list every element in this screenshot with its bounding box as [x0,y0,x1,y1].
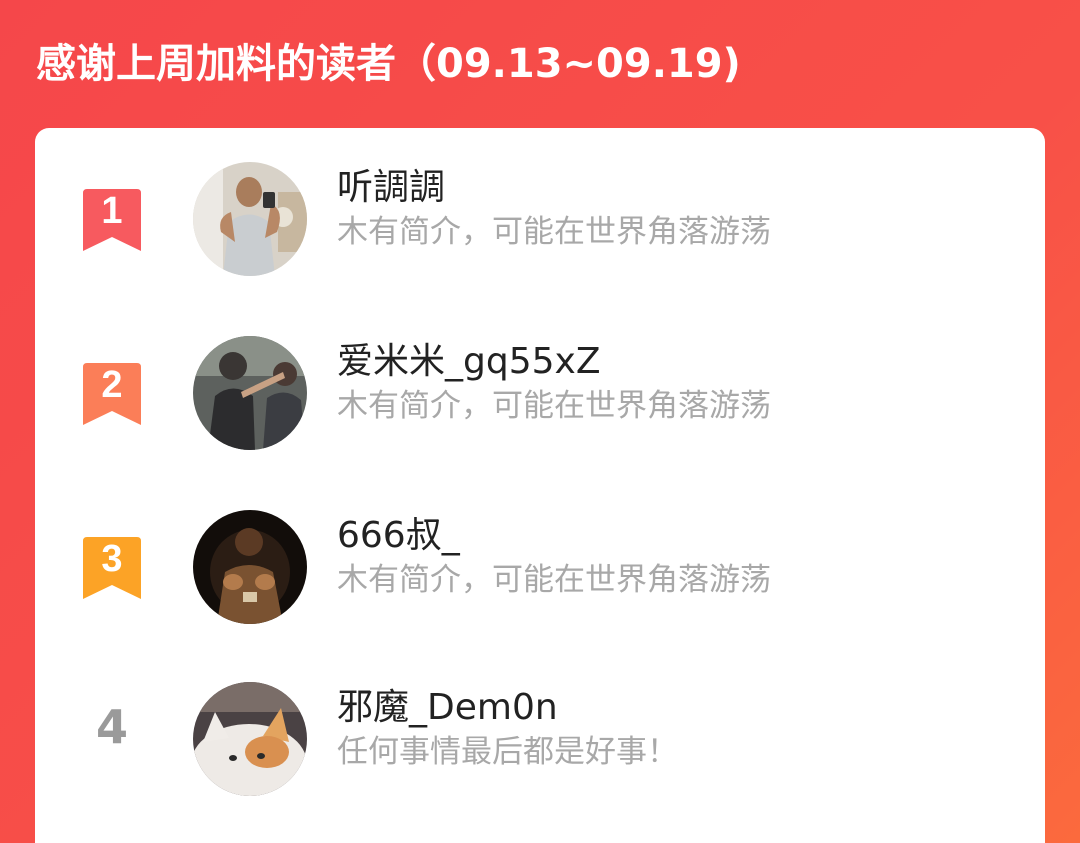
reader-row[interactable]: 1 听調調 木有简介，可能在世界角落游荡 [35,162,1045,282]
reader-list-card: 1 听調調 木有简介，可能在世界角落游荡 2 爱米米_gq55xZ 木有简介，可… [35,128,1045,843]
rank-number: 1 [101,190,122,232]
rank-number: 3 [101,538,122,580]
rank-number: 4 [95,700,128,754]
rank-ribbon-icon: 2 [83,363,141,425]
reader-name: 666叔_ [337,515,460,556]
avatar[interactable] [193,510,307,624]
reader-row[interactable]: 2 爱米米_gq55xZ 木有简介，可能在世界角落游荡 [35,336,1045,456]
rank-ribbon-icon: 1 [83,189,141,251]
reader-name: 爱米米_gq55xZ [337,341,601,382]
rank-ribbon-icon: 3 [83,537,141,599]
rank-number: 2 [101,364,122,406]
reader-row[interactable]: 3 666叔_ 木有简介，可能在世界角落游荡 [35,510,1045,630]
reader-bio: 木有简介，可能在世界角落游荡 [337,388,771,424]
reader-bio: 木有简介，可能在世界角落游荡 [337,214,771,250]
avatar[interactable] [193,682,307,796]
page-title: 感谢上周加料的读者（09.13~09.19) [36,41,741,87]
reader-name: 听調調 [337,167,446,208]
reader-bio: 任何事情最后都是好事！ [337,734,678,770]
avatar[interactable] [193,162,307,276]
reader-name: 邪魔_Dem0n [337,687,558,728]
reader-row[interactable]: 4 邪魔_Dem0n 任何事情最后都是好事！ [35,682,1045,802]
reader-bio: 木有简介，可能在世界角落游荡 [337,562,771,598]
avatar[interactable] [193,336,307,450]
